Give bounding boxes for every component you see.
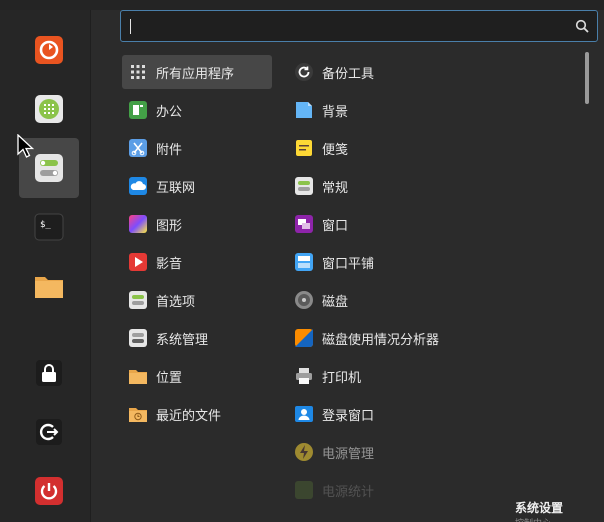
- category-label: 系统管理: [156, 332, 209, 348]
- top-edge: [0, 0, 604, 10]
- category-label: 附件: [156, 142, 183, 158]
- power-management-icon: [295, 443, 313, 461]
- category-administration[interactable]: 系统管理: [122, 321, 272, 355]
- app-background[interactable]: 背景: [290, 93, 570, 127]
- app-label: 背景: [322, 104, 349, 120]
- category-label: 图形: [156, 218, 183, 234]
- printer-icon: [296, 368, 312, 384]
- category-recent-files[interactable]: 最近的文件: [122, 397, 272, 431]
- app-label: 打印机: [322, 370, 362, 386]
- app-label: 常规: [322, 180, 349, 196]
- category-label: 影音: [156, 256, 183, 272]
- app-label: 登录窗口: [322, 408, 375, 424]
- favorite-terminal[interactable]: $_: [19, 197, 79, 257]
- category-label: 所有应用程序: [156, 66, 235, 82]
- category-all-applications[interactable]: 所有应用程序: [122, 55, 272, 89]
- category-label: 互联网: [156, 180, 196, 196]
- app-printers[interactable]: 打印机: [290, 359, 570, 393]
- category-preferences[interactable]: 首选项: [122, 283, 272, 317]
- app-list-scrollbar[interactable]: [585, 52, 589, 104]
- graphics-icon: [129, 215, 147, 233]
- folder-icon: [35, 277, 63, 298]
- favorite-calculator[interactable]: [19, 79, 79, 139]
- app-backup-tool[interactable]: 备份工具: [290, 55, 570, 89]
- category-multimedia[interactable]: 影音: [122, 245, 272, 279]
- category-graphics[interactable]: 图形: [122, 207, 272, 241]
- app-label: 电源管理: [322, 446, 375, 462]
- terminal-icon: $_: [34, 213, 64, 241]
- windows-icon: [295, 215, 313, 233]
- search-input[interactable]: [120, 10, 598, 42]
- app-label: 电源统计: [322, 484, 375, 500]
- app-disks[interactable]: 磁盘: [290, 283, 570, 317]
- app-label: 磁盘使用情况分析器: [322, 332, 440, 348]
- svg-text:$_: $_: [40, 220, 51, 230]
- search-icon[interactable]: [575, 19, 589, 33]
- favorite-lock-screen[interactable]: [19, 343, 79, 403]
- internet-icon: [129, 177, 147, 195]
- calculator-icon: [35, 95, 63, 123]
- administration-icon: [129, 329, 147, 347]
- favorites-sidebar: $_: [0, 10, 91, 522]
- multimedia-icon: [129, 253, 147, 271]
- favorite-logout[interactable]: [19, 402, 79, 462]
- favorite-firefox[interactable]: [19, 20, 79, 80]
- category-label: 位置: [156, 370, 183, 386]
- firefox-icon: [35, 36, 63, 64]
- category-places[interactable]: 位置: [122, 359, 272, 393]
- category-label: 首选项: [156, 294, 196, 310]
- category-label: 最近的文件: [156, 408, 222, 424]
- text-caret: [130, 19, 131, 34]
- preferences-icon: [129, 291, 147, 309]
- app-label: 备份工具: [322, 66, 375, 82]
- login-window-icon: [295, 406, 313, 422]
- disk-usage-icon: [295, 329, 313, 347]
- app-general[interactable]: 常规: [290, 169, 570, 203]
- app-sticky-notes[interactable]: 便笺: [290, 131, 570, 165]
- places-folder-icon: [129, 370, 147, 384]
- app-disk-usage-analyzer[interactable]: 磁盘使用情况分析器: [290, 321, 570, 355]
- backup-icon: [295, 63, 313, 81]
- disks-icon: [295, 291, 313, 309]
- accessories-icon: [129, 139, 147, 157]
- office-icon: [129, 101, 147, 119]
- favorite-shutdown[interactable]: [19, 461, 79, 521]
- window-tiling-icon: [295, 253, 313, 271]
- category-internet[interactable]: 互联网: [122, 169, 272, 203]
- recent-files-icon: [129, 408, 147, 422]
- toggle-switch-icon: [35, 154, 63, 182]
- app-label: 便笺: [322, 142, 349, 158]
- logout-icon: [36, 419, 62, 445]
- lock-icon: [36, 360, 62, 386]
- app-label: 磁盘: [322, 294, 349, 310]
- background-icon: [296, 102, 312, 118]
- favorite-files[interactable]: [19, 256, 79, 316]
- app-power-management[interactable]: 电源管理: [290, 435, 570, 469]
- category-label: 办公: [156, 104, 183, 120]
- app-windows[interactable]: 窗口: [290, 207, 570, 241]
- description-subtitle: 控制中心: [515, 516, 575, 522]
- category-office[interactable]: 办公: [122, 93, 272, 127]
- grid-icon: [131, 65, 145, 79]
- app-label: 窗口平铺: [322, 256, 375, 272]
- category-accessories[interactable]: 附件: [122, 131, 272, 165]
- description-title: 系统设置: [515, 501, 564, 515]
- power-icon: [35, 477, 63, 505]
- app-label: 窗口: [322, 218, 349, 234]
- app-window-tiling[interactable]: 窗口平铺: [290, 245, 570, 279]
- power-statistics-icon: [295, 481, 313, 499]
- app-login-window[interactable]: 登录窗口: [290, 397, 570, 431]
- general-settings-icon: [295, 177, 313, 195]
- mouse-pointer-icon: [17, 134, 35, 158]
- sticky-notes-icon: [296, 140, 312, 156]
